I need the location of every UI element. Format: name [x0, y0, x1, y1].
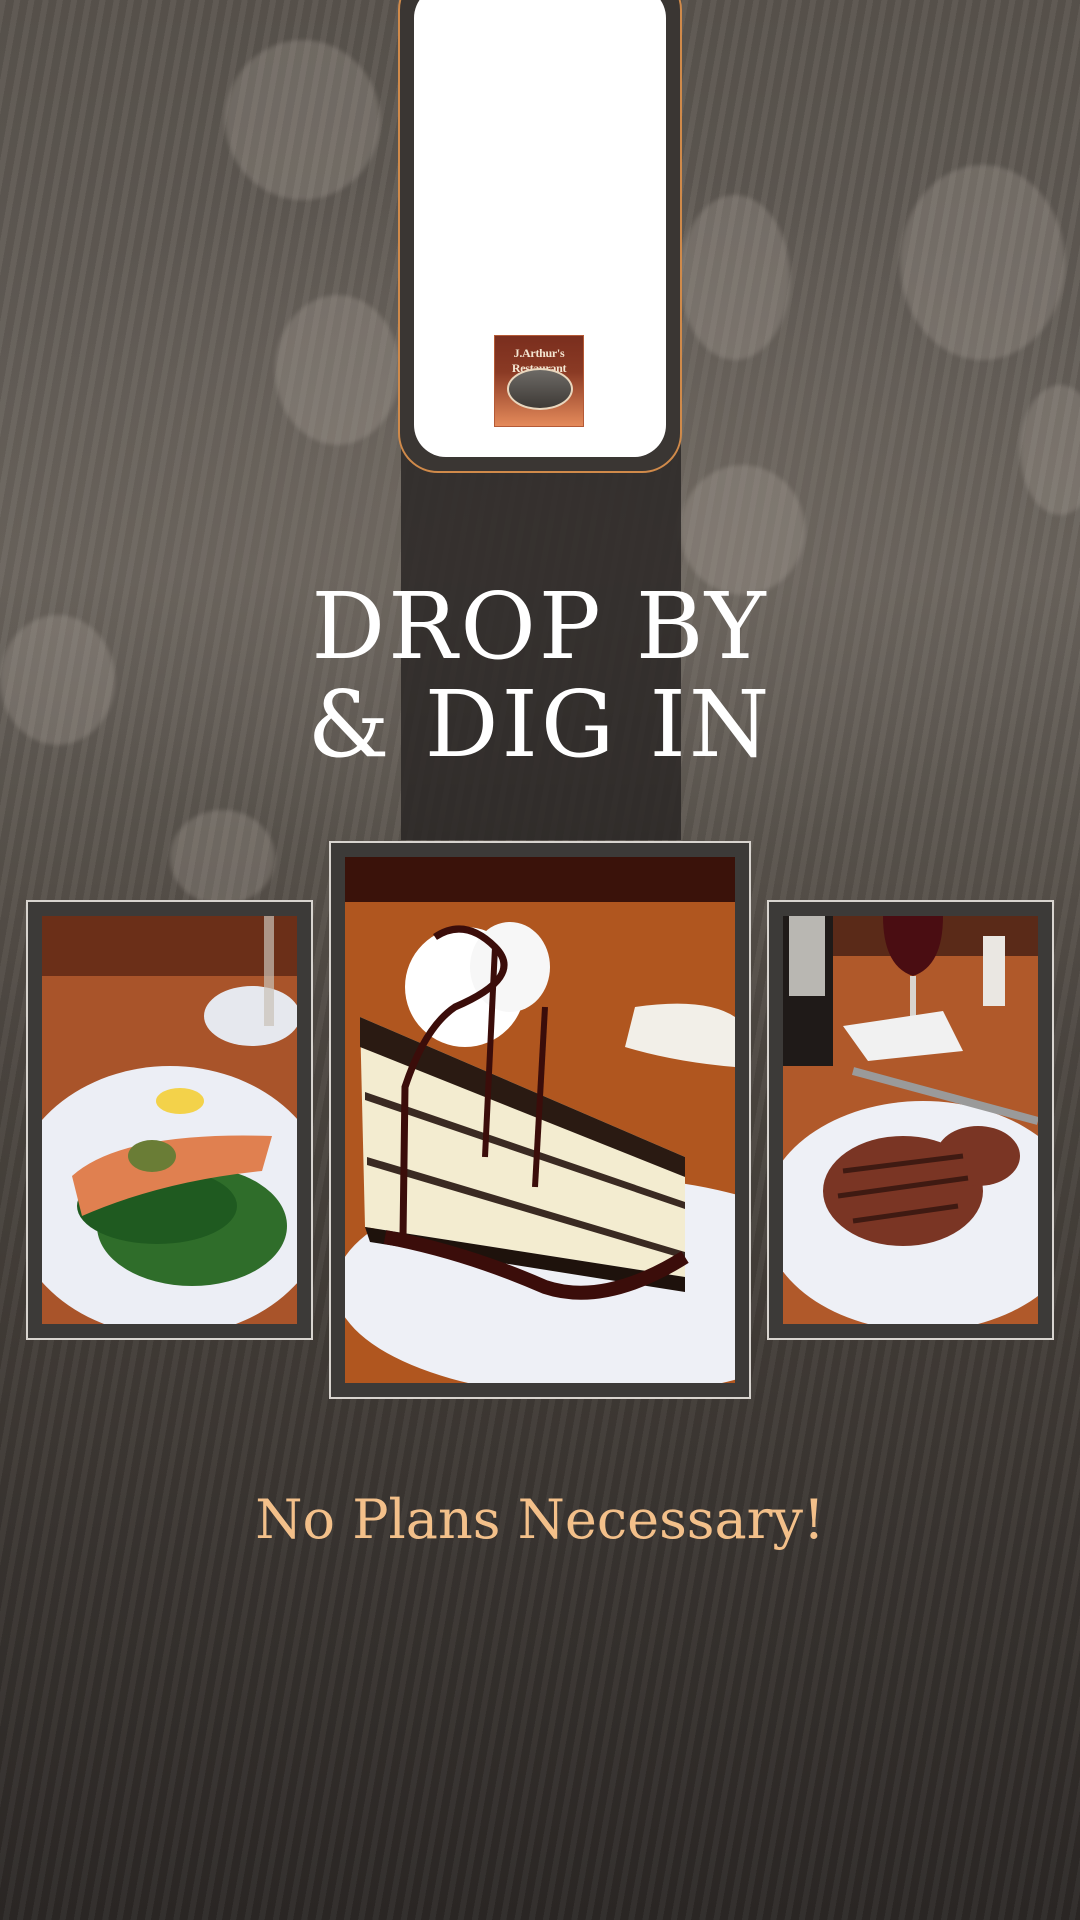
bokeh-light	[225, 40, 380, 200]
bokeh-light	[275, 295, 400, 445]
photo-frame-right	[767, 900, 1054, 1340]
photo-frame-center	[329, 841, 751, 1399]
bokeh-light	[680, 195, 790, 360]
photo-frame-left	[26, 900, 313, 1340]
headline: DROP BY & DIG IN	[0, 578, 1080, 774]
restaurant-logo: J.Arthur's Restaurant	[494, 335, 584, 427]
salmon-image	[42, 916, 297, 1324]
bokeh-light	[170, 810, 275, 905]
logo-emblem	[507, 368, 573, 410]
cheesecake-photo	[345, 857, 735, 1383]
headline-line-2: & DIG IN	[307, 671, 773, 778]
bokeh-light	[900, 165, 1065, 360]
salmon-photo	[42, 916, 297, 1324]
steak-image	[783, 916, 1038, 1324]
cheesecake-image	[345, 857, 735, 1383]
headline-line-1: DROP BY	[311, 573, 769, 680]
steak-photo	[783, 916, 1038, 1324]
tagline: No Plans Necessary!	[255, 1488, 825, 1551]
